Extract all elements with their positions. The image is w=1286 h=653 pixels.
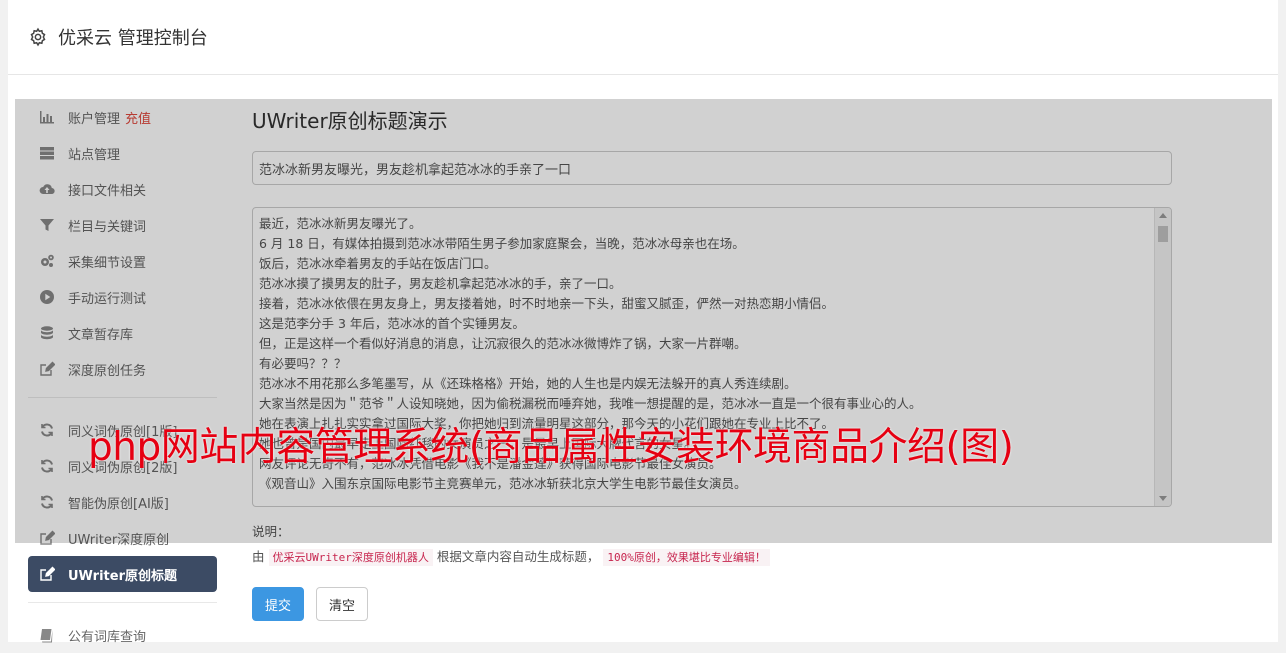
- article-line: 6 月 18 日，有媒体拍摄到范冰冰带陌生男子参加家庭聚会，当晚，范冰冰母亲也在…: [259, 236, 745, 251]
- cogs-icon: [38, 252, 56, 270]
- note-text: 由 优采云UWriter深度原创机器人 根据文章内容自动生成标题， 100%原创…: [252, 546, 1172, 566]
- refresh-icon: [38, 457, 56, 475]
- sidebar-item-public-dictionary[interactable]: 公有词库查询: [28, 617, 217, 653]
- article-line: 这是范李分手 3 年后，范冰冰的首个实锤男友。: [259, 316, 525, 331]
- sidebar-item-label: 接口文件相关: [68, 183, 147, 199]
- sidebar-item-interface[interactable]: 接口文件相关: [28, 171, 217, 207]
- scroll-up-icon[interactable]: [1159, 213, 1167, 218]
- database-icon: [38, 324, 56, 342]
- cloud-upload-icon: [38, 180, 56, 198]
- article-line: 接着，范冰冰依偎在男友身上，男友搂着她，时不时地亲一下头，甜蜜又腻歪，俨然一对热…: [259, 296, 835, 311]
- form-actions: 提交 清空: [252, 587, 1172, 621]
- sidebar-divider: [28, 397, 217, 398]
- sidebar-item-manual-test[interactable]: 手动运行测试: [28, 279, 217, 315]
- note-highlight-original: 100%原创，效果堪比专业编辑！: [603, 549, 770, 566]
- sidebar-item-label: 智能伪原创[AI版]: [68, 496, 169, 512]
- sidebar-item-label: UWriter深度原创: [68, 532, 170, 548]
- watermark-text: php网站内容管理系统(商品属性安装环境商品介绍(图): [88, 425, 1014, 470]
- sidebar-item-label: 文章暂存库: [68, 327, 134, 343]
- edit-icon: [38, 360, 56, 378]
- sidebar-item-ai-rewrite[interactable]: 智能伪原创[AI版]: [28, 484, 217, 520]
- sidebar-item-account[interactable]: 账户管理 充值: [28, 99, 217, 135]
- sidebar-item-label: 采集细节设置: [68, 255, 147, 271]
- note-prefix: 由: [252, 549, 265, 564]
- sidebar-divider: [28, 602, 217, 603]
- sidebar-item-label: 手动运行测试: [68, 291, 147, 307]
- sidebar-item-sites[interactable]: 站点管理: [28, 135, 217, 171]
- article-line: 但，正是这样一个看似好消息的消息，让沉寂很久的范冰冰微博炸了锅，大家一片群嘲。: [259, 336, 747, 351]
- textarea-scrollbar[interactable]: [1154, 208, 1171, 506]
- article-line: 有必要吗？？？: [259, 356, 347, 371]
- page-title: UWriter原创标题演示: [252, 109, 448, 133]
- gear-icon: [30, 27, 46, 47]
- sidebar-item-keywords[interactable]: 栏目与关键词: [28, 207, 217, 243]
- app-header: 优采云 管理控制台: [8, 0, 1278, 75]
- sidebar-item-article-store[interactable]: 文章暂存库: [28, 315, 217, 351]
- recharge-link[interactable]: 充值: [125, 108, 151, 127]
- content-area: UWriter原创标题演示 最近，范冰冰新男友曝光了。 6 月 18 日，有媒体拍…: [252, 105, 1172, 621]
- scroll-thumb[interactable]: [1158, 226, 1168, 242]
- article-line: 最近，范冰冰新男友曝光了。: [259, 216, 422, 231]
- filter-icon: [38, 216, 56, 234]
- app-title: 优采云 管理控制台: [58, 28, 208, 49]
- sidebar-item-label: 站点管理: [68, 147, 121, 163]
- sidebar-item-label: 深度原创任务: [68, 363, 147, 379]
- refresh-icon: [38, 493, 56, 511]
- sidebar-item-label: 账户管理: [68, 111, 121, 127]
- article-line: 大家当然是因为＂范爷＂人设知晓她，因为偷税漏税而唾弃她，我唯一想提醒的是，范冰冰…: [259, 396, 922, 411]
- sidebar-item-collect-settings[interactable]: 采集细节设置: [28, 243, 217, 279]
- sidebar-item-label: UWriter原创标题: [68, 568, 177, 584]
- refresh-icon: [38, 421, 56, 439]
- article-line: 范冰冰不用花那么多笔墨写，从《还珠格格》开始，她的人生也是内娱无法躲开的真人秀连…: [259, 376, 797, 391]
- note-middle: 根据文章内容自动生成标题，: [436, 549, 600, 564]
- article-line: 范冰冰摸了摸男友的肚子，男友趁机拿起范冰冰的手，亲了一口。: [259, 276, 622, 291]
- bar-chart-icon: [38, 108, 56, 126]
- server-icon: [38, 144, 56, 162]
- play-circle-icon: [38, 288, 56, 306]
- clear-button[interactable]: 清空: [316, 587, 369, 621]
- note-highlight-robot: 优采云UWriter深度原创机器人: [268, 549, 433, 566]
- edit-icon: [38, 529, 56, 547]
- sidebar-item-uwriter-deep[interactable]: UWriter深度原创: [28, 520, 217, 556]
- sidebar-item-uwriter-title[interactable]: UWriter原创标题: [28, 556, 217, 592]
- sidebar-item-deep-original-task[interactable]: 深度原创任务: [28, 351, 217, 387]
- main-panel: 账户管理 充值 站点管理 接口文件相关 栏目与关键词 采集细节设置 手动运行测试…: [8, 75, 1278, 645]
- sidebar: 账户管理 充值 站点管理 接口文件相关 栏目与关键词 采集细节设置 手动运行测试…: [28, 99, 217, 653]
- note-label: 说明：: [252, 524, 290, 539]
- submit-button[interactable]: 提交: [252, 587, 305, 621]
- scroll-down-icon[interactable]: [1159, 496, 1167, 501]
- edit-icon: [38, 565, 56, 583]
- article-line: 《观音山》入围东京国际电影节主竞赛单元，范冰冰斩获北京大学生电影节最佳女演员。: [259, 476, 747, 491]
- book-icon: [38, 626, 56, 644]
- sidebar-item-label: 栏目与关键词: [68, 219, 147, 235]
- title-input[interactable]: [252, 151, 1172, 185]
- article-line: 饭后，范冰冰牵着男友的手站在饭店门口。: [259, 256, 497, 271]
